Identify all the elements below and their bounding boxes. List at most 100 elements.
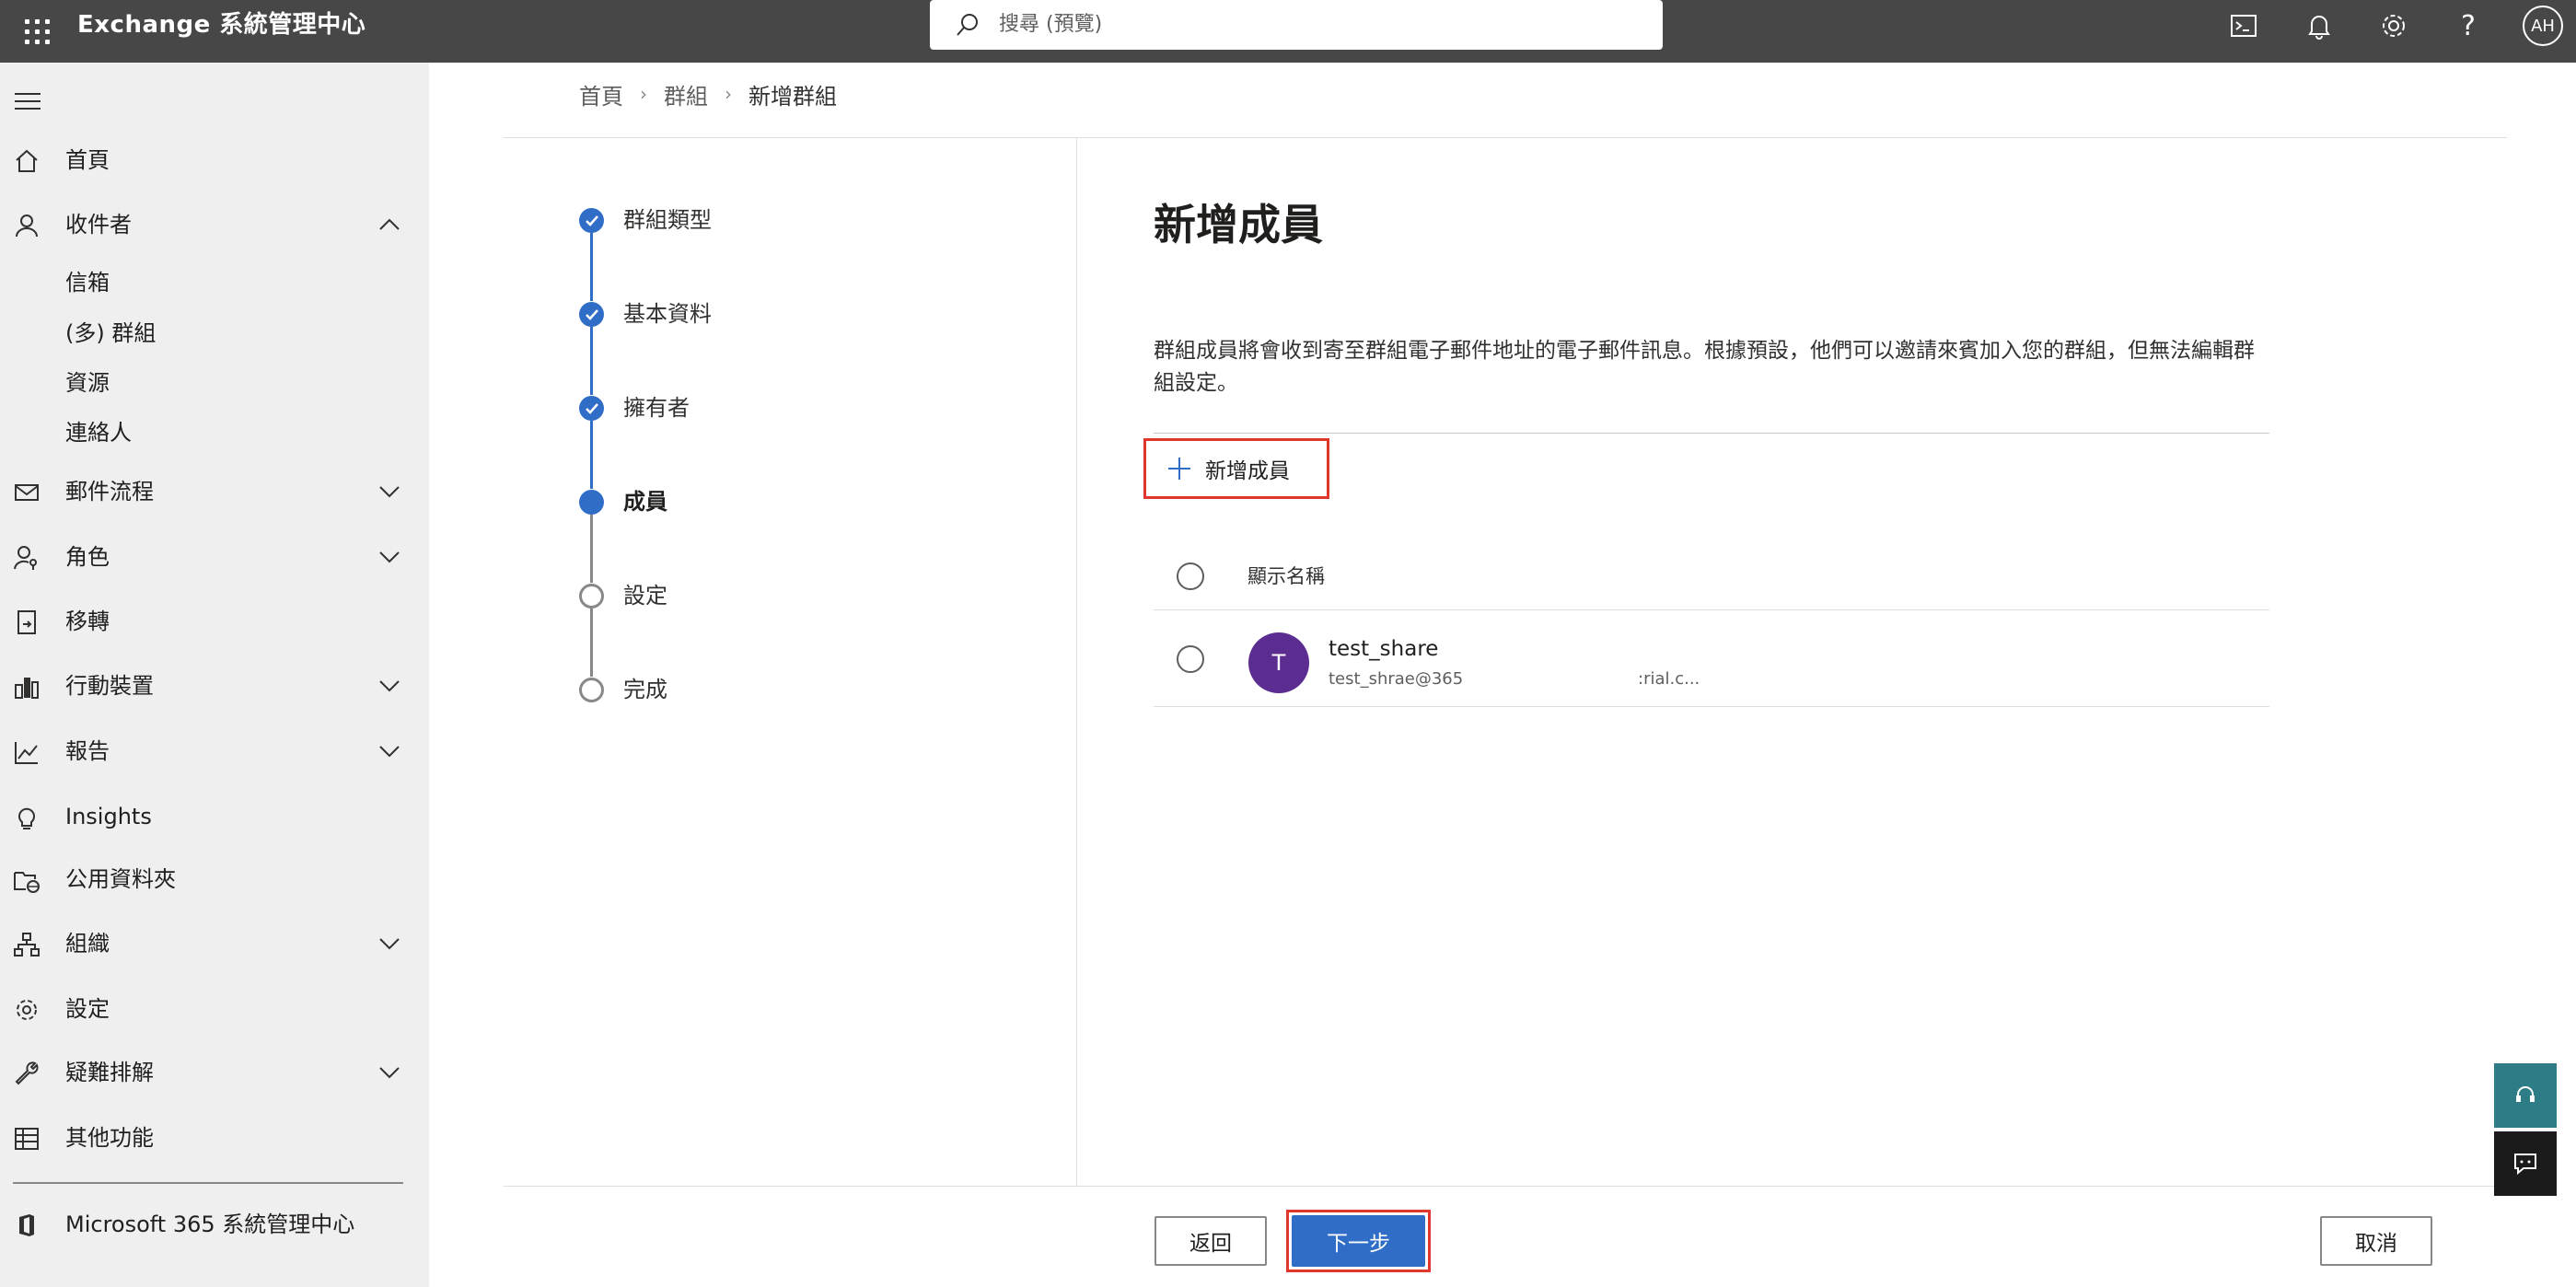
sidebar-item-home[interactable]: 首頁 bbox=[0, 134, 429, 186]
sidebar-item-settings[interactable]: 設定 bbox=[0, 983, 429, 1035]
sidebar-item-label: 郵件流程 bbox=[65, 479, 154, 504]
sidebar-item-troubleshooting[interactable]: 疑難排解 bbox=[0, 1047, 429, 1098]
sidebar-item-label: 疑難排解 bbox=[65, 1060, 154, 1085]
chevron-right-icon: › bbox=[640, 83, 647, 105]
sidebar-subitem-mailboxes[interactable]: 信箱 bbox=[0, 261, 429, 305]
sidebar-divider bbox=[13, 1182, 403, 1184]
sidebar-item-label: 其他功能 bbox=[65, 1125, 154, 1151]
search-icon bbox=[957, 14, 978, 36]
terminal-icon[interactable] bbox=[2223, 6, 2264, 46]
plus-icon bbox=[1168, 458, 1190, 480]
sidebar-subitem-contacts[interactable]: 連絡人 bbox=[0, 411, 429, 455]
step-basics: 基本資料 bbox=[623, 301, 712, 327]
sidebar-item-m365-admin[interactable]: Microsoft 365 系統管理中心 bbox=[0, 1199, 429, 1250]
sidebar-item-label: 首頁 bbox=[65, 147, 110, 173]
chevron-down-icon bbox=[379, 551, 400, 563]
cancel-button[interactable]: 取消 bbox=[2320, 1216, 2432, 1266]
mail-icon bbox=[15, 484, 39, 501]
sidebar-item-migration[interactable]: 移轉 bbox=[0, 596, 429, 647]
member-email: test_shrae@365 bbox=[1329, 669, 1464, 689]
breadcrumb-groups[interactable]: 群組 bbox=[664, 78, 708, 110]
bell-icon[interactable] bbox=[2299, 6, 2339, 46]
sidebar-subitem-groups[interactable]: (多) 群組 bbox=[0, 311, 429, 355]
member-avatar: T bbox=[1248, 632, 1309, 693]
sidebar-subitem-resources[interactable]: 資源 bbox=[0, 361, 429, 405]
sidebar-subitem-label: (多) 群組 bbox=[65, 320, 157, 346]
sidebar-item-mobile[interactable]: 行動裝置 bbox=[0, 660, 429, 712]
breadcrumb-current: 新增群組 bbox=[748, 83, 837, 110]
feedback-chat-icon[interactable] bbox=[2494, 1131, 2557, 1196]
sidebar-item-insights[interactable]: Insights bbox=[0, 791, 429, 842]
step-current-indicator bbox=[579, 490, 604, 515]
member-email-tail: :rial.c... bbox=[1638, 669, 1700, 689]
chevron-right-icon: › bbox=[725, 83, 732, 105]
mobile-icon bbox=[15, 678, 39, 699]
migration-icon bbox=[17, 610, 36, 634]
sidebar-subitem-label: 資源 bbox=[65, 370, 110, 396]
step-pending-indicator bbox=[579, 678, 604, 702]
sidebar-subitem-label: 信箱 bbox=[65, 270, 110, 296]
step-connector bbox=[590, 515, 593, 583]
support-headset-icon[interactable] bbox=[2494, 1063, 2557, 1128]
next-button[interactable]: 下一步 bbox=[1292, 1215, 1425, 1267]
step-connector bbox=[590, 609, 593, 677]
step-pending-indicator bbox=[579, 584, 604, 609]
chevron-up-icon bbox=[379, 218, 400, 230]
chevron-down-icon bbox=[379, 938, 400, 950]
step-members: 成員 bbox=[623, 489, 667, 515]
wizard-divider bbox=[1076, 138, 1077, 1186]
step-connector bbox=[590, 327, 593, 395]
member-name: test_share bbox=[1329, 637, 1439, 661]
table-row[interactable] bbox=[1154, 610, 2269, 706]
page-title: 新增成員 bbox=[1154, 200, 1323, 249]
description-divider bbox=[1154, 433, 2269, 434]
top-bar: Exchange 系統管理中心 搜尋 (預覽) ? AH bbox=[0, 0, 2576, 63]
sidebar-subitem-label: 連絡人 bbox=[65, 420, 132, 446]
step-connector bbox=[590, 421, 593, 489]
sidebar-item-label: 設定 bbox=[65, 996, 110, 1022]
sidebar-item-reports[interactable]: 報告 bbox=[0, 725, 429, 777]
step-checkmark-icon bbox=[579, 302, 604, 327]
app-title[interactable]: Exchange 系統管理中心 bbox=[77, 0, 366, 63]
person-icon bbox=[16, 214, 38, 238]
sidebar-item-roles[interactable]: 角色 bbox=[0, 531, 429, 583]
select-all-radio[interactable] bbox=[1177, 562, 1204, 590]
sidebar-item-label: 移轉 bbox=[65, 609, 110, 634]
sidebar-item-label: 組織 bbox=[65, 931, 110, 957]
step-group-type: 群組類型 bbox=[623, 207, 712, 233]
sidebar-item-mail-flow[interactable]: 郵件流程 bbox=[0, 466, 429, 517]
help-icon[interactable]: ? bbox=[2448, 6, 2489, 46]
chevron-down-icon bbox=[379, 1067, 400, 1079]
sidebar-item-more-features[interactable]: 其他功能 bbox=[0, 1112, 429, 1164]
table-row-divider bbox=[1154, 706, 2269, 707]
search-placeholder: 搜尋 (預覽) bbox=[999, 13, 1103, 36]
add-member-label: 新增成員 bbox=[1205, 459, 1290, 483]
wrench-icon bbox=[15, 1061, 39, 1085]
step-connector bbox=[590, 233, 593, 301]
sidebar-item-recipients[interactable]: 收件者 bbox=[0, 199, 429, 250]
office-icon bbox=[19, 1214, 34, 1236]
breadcrumb-home[interactable]: 首頁 bbox=[579, 78, 623, 110]
person-key-icon bbox=[14, 546, 37, 570]
app-launcher-icon[interactable] bbox=[15, 9, 59, 53]
sidebar-item-public-folders[interactable]: 公用資料夾 bbox=[0, 853, 429, 905]
step-settings: 設定 bbox=[623, 583, 667, 609]
user-avatar[interactable]: AH bbox=[2523, 6, 2563, 46]
menu-toggle-icon[interactable] bbox=[11, 85, 44, 118]
sidebar-item-organization[interactable]: 組織 bbox=[0, 918, 429, 969]
step-checkmark-icon bbox=[579, 396, 604, 421]
sidebar-item-label: 角色 bbox=[65, 544, 110, 570]
sidebar-item-label: 公用資料夾 bbox=[65, 866, 176, 892]
add-member-button[interactable]: 新增成員 bbox=[1143, 438, 1329, 499]
header-divider bbox=[504, 137, 2507, 138]
gear-icon[interactable] bbox=[2373, 6, 2414, 46]
sidebar-item-label: Insights bbox=[65, 804, 152, 829]
row-select-radio[interactable] bbox=[1177, 645, 1204, 673]
table-icon bbox=[15, 1128, 39, 1150]
column-header-display-name[interactable]: 顯示名稱 bbox=[1247, 562, 1325, 589]
back-button[interactable]: 返回 bbox=[1155, 1216, 1267, 1266]
search-box[interactable]: 搜尋 (預覽) bbox=[930, 0, 1663, 50]
chart-icon bbox=[15, 742, 38, 764]
lightbulb-icon bbox=[18, 807, 35, 829]
sidebar-item-label: 報告 bbox=[65, 738, 110, 764]
